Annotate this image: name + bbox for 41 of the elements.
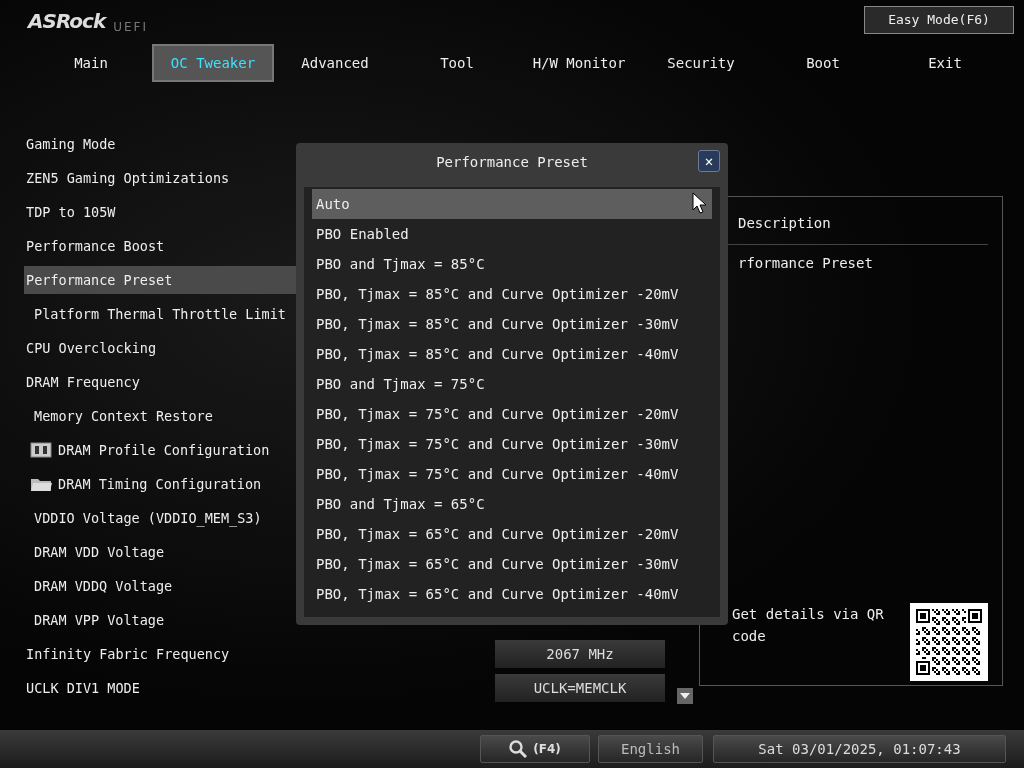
preset-option[interactable]: PBO Enabled [312, 219, 712, 249]
qr-caption: Get details via QR code [731, 605, 884, 646]
preset-option[interactable]: PBO, Tjmax = 85°C and Curve Optimizer -40mV [312, 339, 712, 369]
setting-value[interactable]: 2067 MHz [495, 640, 665, 668]
preset-option[interactable]: PBO and Tjmax = 75°C [312, 369, 712, 399]
brand-subtitle: UEFI [113, 19, 148, 36]
close-button[interactable]: ✕ [698, 150, 720, 172]
description-text: rformance Preset [737, 254, 874, 273]
menu-tab[interactable]: H/W Monitor [518, 44, 640, 82]
down-arrow-icon [680, 693, 690, 699]
qr-code-icon [910, 603, 988, 681]
preset-option[interactable]: PBO, Tjmax = 75°C and Curve Optimizer -20mV [312, 399, 712, 429]
preset-option[interactable]: PBO, Tjmax = 85°C and Curve Optimizer -30mV [312, 309, 712, 339]
preset-option[interactable]: PBO, Tjmax = 75°C and Curve Optimizer -40mV [312, 459, 712, 489]
preset-option[interactable]: PBO, Tjmax = 75°C and Curve Optimizer -30mV [312, 429, 712, 459]
menu-tab[interactable]: Advanced [274, 44, 396, 82]
search-icon [509, 740, 528, 758]
language-button[interactable]: English [598, 735, 703, 763]
date-time-display: Sat 03/01/2025, 01:07:43 [713, 735, 1006, 763]
preset-option[interactable]: PBO and Tjmax = 65°C [312, 489, 712, 519]
setting-value[interactable]: UCLK=MEMCLK [495, 674, 665, 702]
brand-logo: ASRock [28, 8, 106, 35]
menu-tab[interactable]: Tool [396, 44, 518, 82]
preset-option[interactable]: PBO, Tjmax = 65°C and Curve Optimizer -30mV [312, 549, 712, 579]
menu-tab[interactable]: Security [640, 44, 762, 82]
memory-module-icon [30, 442, 52, 458]
search-button[interactable]: (F4) [480, 735, 590, 763]
menu-tab[interactable]: Exit [884, 44, 1006, 82]
dialog-title: Performance Preset [436, 152, 588, 172]
preset-option[interactable]: Auto [312, 189, 712, 219]
menu-tab[interactable]: OC Tweaker [152, 44, 274, 82]
folder-icon [30, 476, 52, 492]
scroll-down-button[interactable] [677, 688, 693, 704]
setting-item[interactable]: Infinity Fabric Frequency [24, 640, 494, 668]
preset-option[interactable]: PBO, Tjmax = 65°C and Curve Optimizer -40mV [312, 579, 712, 609]
easy-mode-button[interactable]: Easy Mode(F6) [864, 6, 1014, 34]
menu-tab[interactable]: Main [30, 44, 152, 82]
menu-tab[interactable]: Boot [762, 44, 884, 82]
mouse-pointer-icon [692, 192, 706, 214]
setting-item[interactable]: UCLK DIV1 MODE [24, 674, 494, 702]
preset-option[interactable]: PBO, Tjmax = 65°C and Curve Optimizer -20mV [312, 519, 712, 549]
